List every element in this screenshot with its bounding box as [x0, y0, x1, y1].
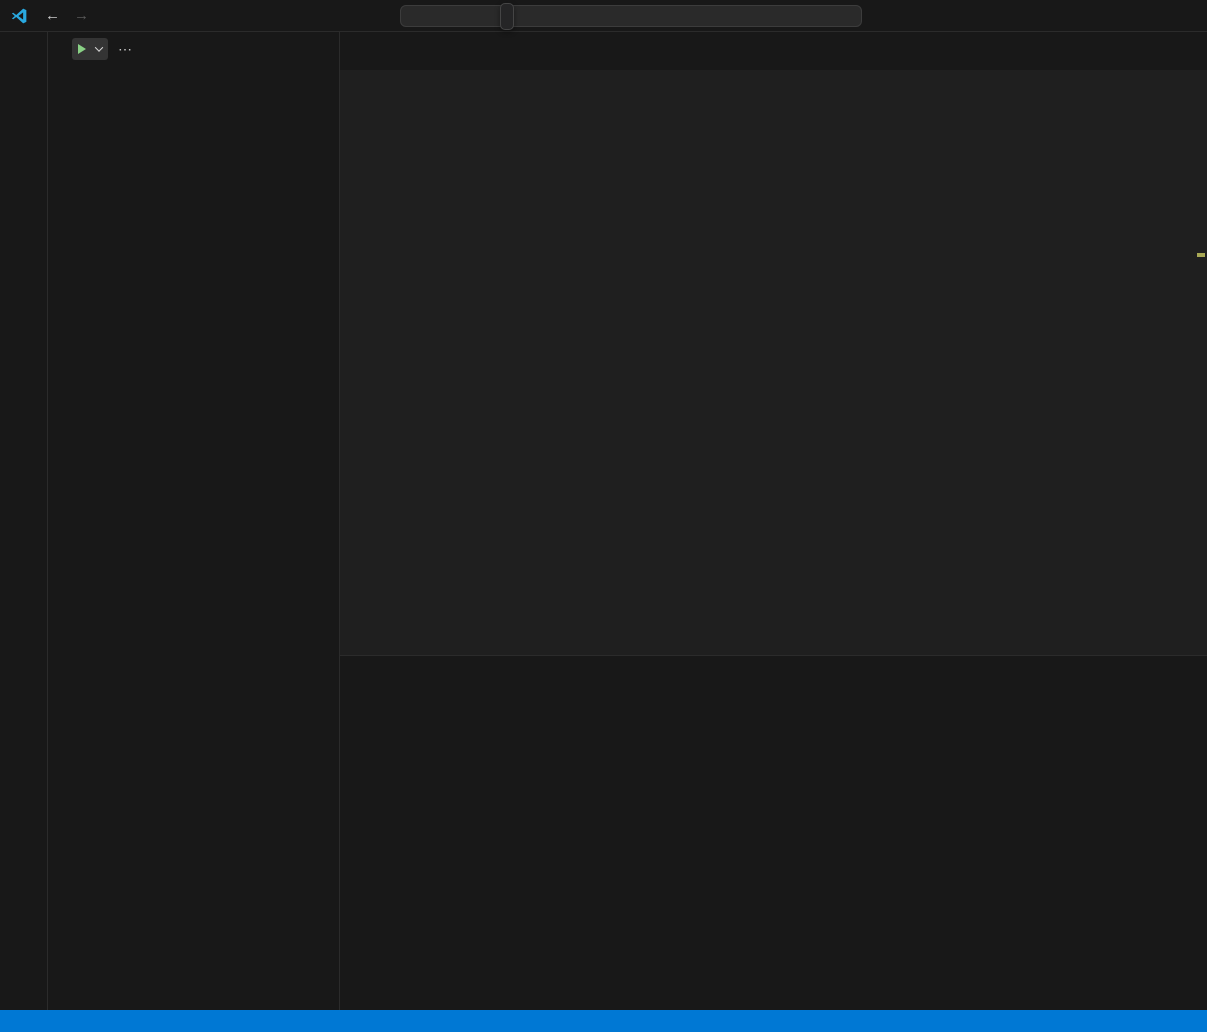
editor-area	[340, 32, 1207, 1010]
terminal-output[interactable]	[357, 700, 1197, 1005]
command-center[interactable]	[400, 5, 862, 27]
code-editor[interactable]	[340, 92, 1100, 655]
status-bar	[0, 1010, 1207, 1032]
nav-back-icon[interactable]: ←	[38, 7, 67, 24]
title-bar: ← →	[0, 0, 1207, 32]
nav-forward-icon[interactable]: →	[67, 7, 96, 24]
sidebar-header: ⋯	[48, 32, 339, 66]
minimap[interactable]	[1100, 92, 1195, 655]
overview-ruler	[1195, 92, 1207, 655]
vscode-window: ← → ⋯	[0, 0, 1207, 1032]
start-debug-icon[interactable]	[78, 44, 86, 54]
bottom-panel	[340, 655, 1207, 1010]
launch-config-dropdown[interactable]	[72, 38, 108, 60]
debug-toolbar	[500, 3, 514, 30]
chevron-down-icon	[95, 43, 103, 51]
more-actions-icon[interactable]: ⋯	[118, 41, 133, 58]
vscode-logo-icon	[10, 7, 28, 25]
editor-tab-bar	[340, 32, 1207, 70]
run-and-debug-sidebar: ⋯	[48, 32, 340, 1010]
activity-bar	[0, 32, 48, 1010]
breadcrumb	[340, 70, 1207, 92]
